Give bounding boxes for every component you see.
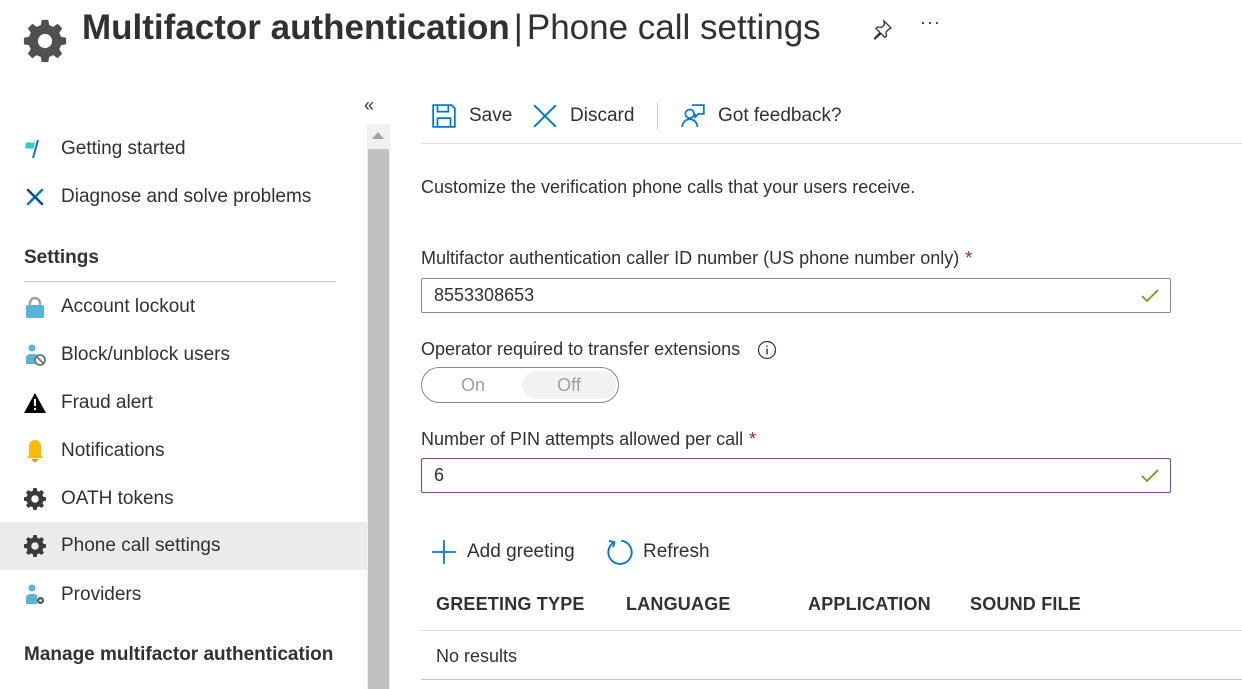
sidebar-item-label: Account lockout [61,296,196,317]
gear-icon [24,535,46,557]
discard-label: Discard [570,105,635,126]
pin-attempts-label: Number of PIN attempts allowed per call * [421,429,756,450]
sidebar-item-label: Providers [61,584,142,605]
warning-icon [24,393,46,413]
toolbar-separator [657,103,658,129]
sidebar-item-oath-tokens[interactable]: OATH tokens [0,475,367,523]
caller-id-field[interactable] [421,278,1171,313]
column-header-greeting-type[interactable]: GREETING TYPE [436,594,585,615]
page-header: Multifactor authentication | Phone call se… [0,0,1242,70]
plus-icon [432,540,456,564]
sidebar-scrollbar[interactable] [367,124,390,689]
checkmark-icon [1141,469,1159,483]
toggle-on-option[interactable]: On [426,371,520,399]
sidebar-item-label: Block/unblock users [61,344,230,365]
refresh-icon [607,539,633,565]
sidebar-item-label: OATH tokens [61,488,174,509]
user-block-icon [26,344,46,366]
pin-attempts-input[interactable] [434,459,1124,492]
pin-icon[interactable] [870,18,894,42]
page-title: Multifactor authentication | Phone call se… [82,6,821,50]
sidebar-item-label: Notifications [61,440,165,461]
section-divider [24,281,336,282]
greeting-actions: Add greeting Refresh [421,534,821,570]
operator-toggle[interactable]: On Off [421,367,619,403]
command-bar: Save Discard Got feedback? [421,96,1242,136]
refresh-button[interactable]: Refresh [605,534,710,570]
discard-button[interactable]: Discard [532,96,634,136]
sidebar-item-label: Diagnose and solve problems [61,186,312,207]
column-header-sound-file[interactable]: SOUND FILE [970,594,1081,615]
manage-section-title: Manage multifactor authentication [24,644,334,665]
sidebar-item-label: Phone call settings [61,535,221,556]
page-title-sub: Phone call settings [526,8,821,47]
add-greeting-button[interactable]: Add greeting [431,534,575,570]
sidebar-item-providers[interactable]: Providers [0,571,367,619]
table-header: GREETING TYPE LANGUAGE APPLICATION SOUND… [421,588,1242,631]
gear-icon [24,488,46,510]
page-title-main: Multifactor authentication [82,8,510,47]
feedback-label: Got feedback? [718,105,842,126]
settings-section-title: Settings [24,247,99,268]
flag-icon [25,139,39,159]
no-results-text: No results [436,646,518,666]
sidebar-item-fraud-alert[interactable]: Fraud alert [0,379,367,427]
info-icon[interactable] [757,340,777,360]
sidebar-item-phone-call-settings[interactable]: Phone call settings [0,522,367,570]
toggle-off-option[interactable]: Off [522,371,616,399]
scrollbar-thumb[interactable] [368,149,389,689]
feedback-icon [681,104,705,127]
operator-label-text: Operator required to transfer extensions [421,339,741,359]
feedback-button[interactable]: Got feedback? [680,96,842,136]
pin-attempts-label-text: Number of PIN attempts allowed per call [421,429,744,449]
sidebar-item-account-lockout[interactable]: Account lockout [0,283,367,331]
add-greeting-label: Add greeting [467,541,575,562]
refresh-label: Refresh [643,541,710,562]
page-description: Customize the verification phone calls t… [421,177,916,197]
bell-icon [27,440,43,462]
title-separator: | [513,8,523,47]
save-button[interactable]: Save [431,96,512,136]
user-settings-icon [26,584,44,604]
column-header-application[interactable]: APPLICATION [808,594,931,615]
gear-icon [23,19,67,63]
caller-id-label-text: Multifactor authentication caller ID num… [421,248,960,268]
scroll-up-arrow-icon[interactable] [372,132,384,139]
save-label: Save [469,105,513,126]
more-icon[interactable]: ··· [920,12,941,33]
pin-attempts-field[interactable] [421,458,1171,493]
close-icon [533,104,557,128]
column-header-language[interactable]: LANGUAGE [626,594,731,615]
sidebar-item-notifications[interactable]: Notifications [0,427,367,475]
collapse-sidebar-icon[interactable]: « [364,96,382,116]
required-mark: * [965,248,973,268]
caller-id-input[interactable] [434,279,1124,312]
save-icon [432,104,456,128]
lock-icon [26,296,44,318]
wrench-icon [26,188,44,206]
sidebar-item-getting-started[interactable]: Getting started [0,125,367,173]
sidebar-item-block-unblock-users[interactable]: Block/unblock users [0,331,367,379]
operator-label: Operator required to transfer extensions [421,339,777,360]
sidebar-item-label: Fraud alert [61,392,153,413]
required-mark: * [749,429,757,449]
checkmark-icon [1141,289,1159,303]
sidebar-item-diagnose[interactable]: Diagnose and solve problems [0,173,367,221]
toolbar-divider [421,143,1242,144]
table-empty-row: No results [421,632,1242,680]
caller-id-label: Multifactor authentication caller ID num… [421,248,972,269]
sidebar-item-label: Getting started [61,138,186,159]
